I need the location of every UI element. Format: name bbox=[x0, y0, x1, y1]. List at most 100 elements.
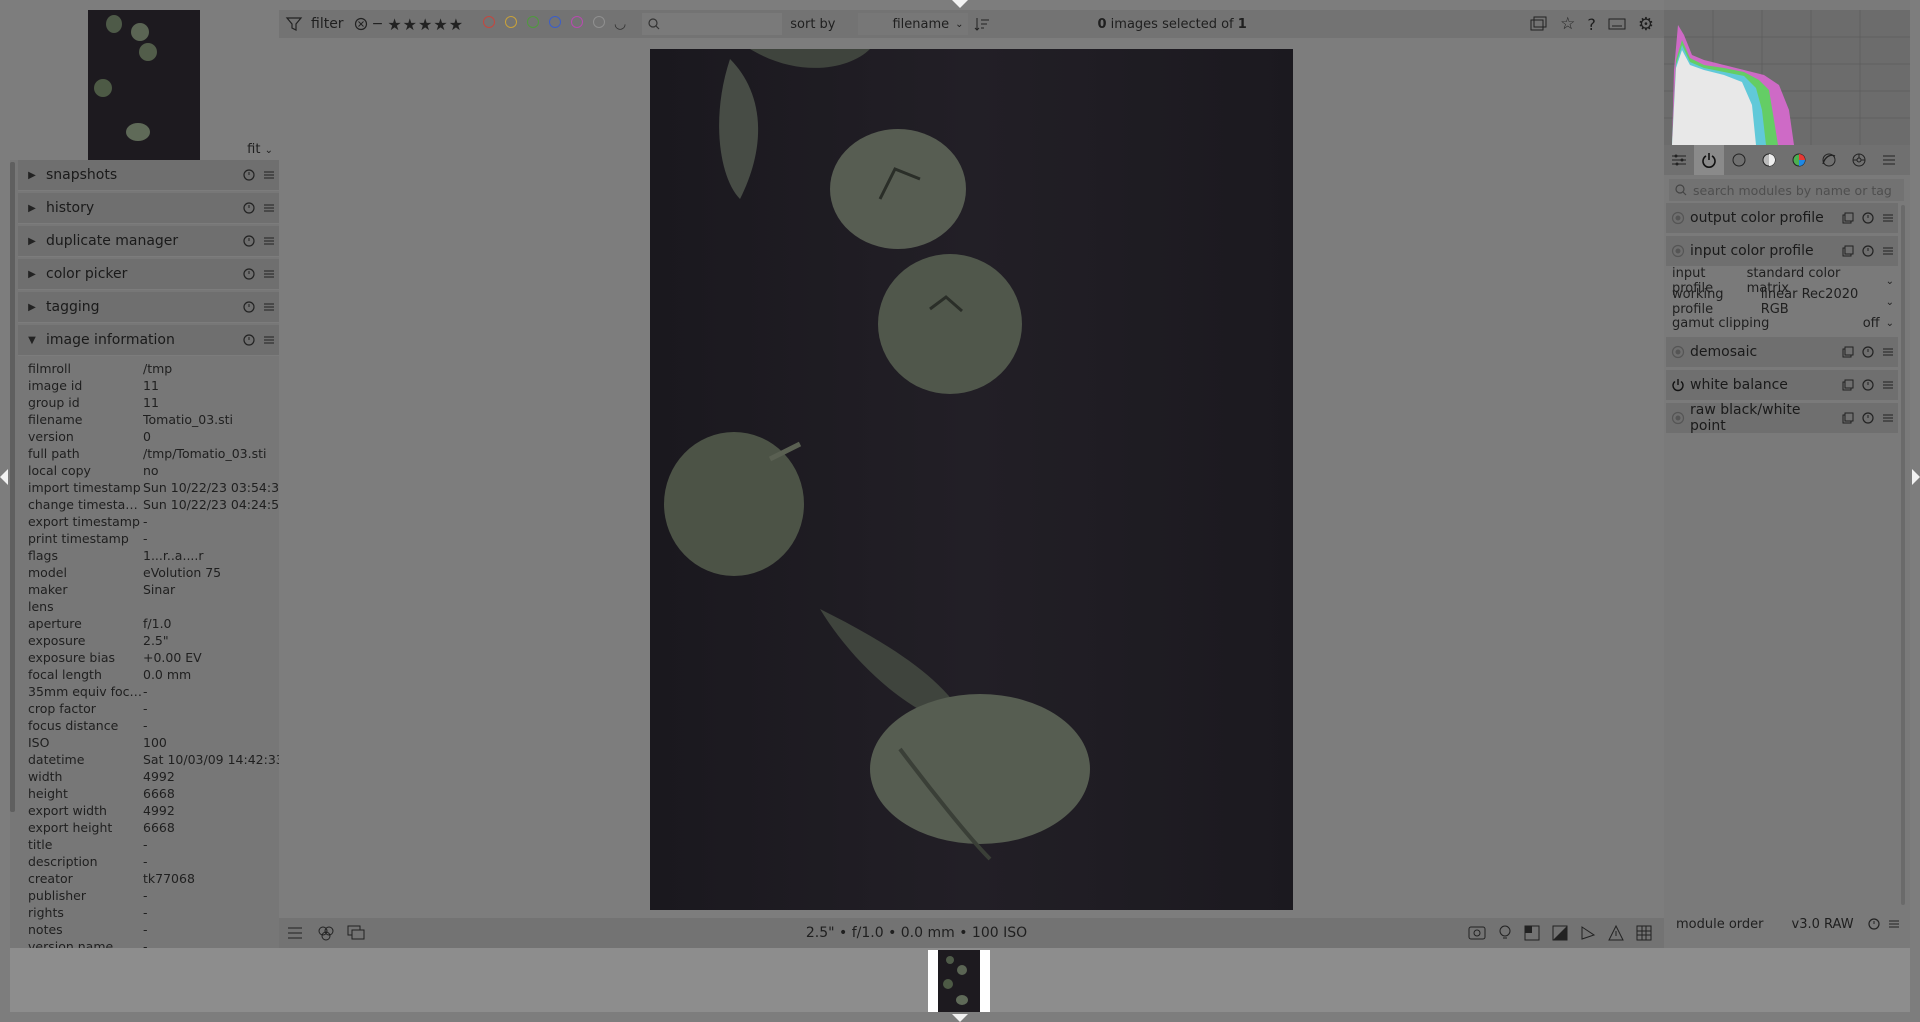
reset-icon[interactable] bbox=[1858, 412, 1878, 424]
right-panel-scrollbar[interactable] bbox=[1901, 205, 1905, 905]
gray-label-icon[interactable] bbox=[593, 16, 606, 28]
presets-menu-icon[interactable] bbox=[259, 169, 279, 181]
multi-instance-icon[interactable] bbox=[1838, 245, 1858, 257]
module-tagging[interactable]: ▶ tagging bbox=[18, 292, 279, 323]
module-raw-black-white-point[interactable]: raw black/white point bbox=[1666, 402, 1898, 434]
label-operator-icon[interactable]: ◡ bbox=[614, 16, 626, 32]
reset-icon[interactable] bbox=[239, 202, 259, 214]
zoom-fit-dropdown[interactable]: fit ⌄ bbox=[247, 142, 273, 157]
presets-menu-icon[interactable] bbox=[259, 334, 279, 346]
active-modules-tab-icon[interactable] bbox=[1694, 145, 1724, 175]
module-power-icon[interactable] bbox=[1666, 244, 1690, 258]
reset-icon[interactable] bbox=[1858, 212, 1878, 224]
module-output-color-profile[interactable]: output color profile bbox=[1666, 203, 1898, 233]
raw-overexposed-icon[interactable] bbox=[1524, 925, 1540, 941]
guides-grid-icon[interactable] bbox=[1636, 925, 1652, 941]
clipping-indicator-icon[interactable] bbox=[1552, 925, 1568, 941]
search-field[interactable] bbox=[642, 13, 783, 35]
filter-icon[interactable] bbox=[285, 15, 305, 33]
module-power-icon[interactable] bbox=[1666, 411, 1690, 425]
keyboard-shortcuts-icon[interactable] bbox=[1608, 17, 1626, 31]
navigation-thumbnail[interactable] bbox=[88, 10, 200, 160]
module-image-information[interactable]: ▼ image information bbox=[18, 325, 279, 356]
module-power-icon[interactable] bbox=[1666, 345, 1690, 359]
reset-icon[interactable] bbox=[1858, 379, 1878, 391]
styles-icon[interactable] bbox=[317, 924, 335, 942]
presets-menu-icon[interactable] bbox=[259, 268, 279, 280]
blue-label-icon[interactable] bbox=[549, 16, 562, 28]
tone-modules-tab-icon[interactable] bbox=[1754, 152, 1784, 168]
reset-icon[interactable] bbox=[239, 169, 259, 181]
softproof-icon[interactable] bbox=[1580, 925, 1596, 941]
working-profile-combobox[interactable]: working profile linear Rec2020 RGB ⌄ bbox=[1672, 287, 1894, 317]
module-color-picker[interactable]: ▶ color picker bbox=[18, 259, 279, 290]
presets-menu-icon[interactable] bbox=[1884, 918, 1904, 930]
module-demosaic[interactable]: demosaic bbox=[1666, 337, 1898, 367]
help-icon[interactable]: ? bbox=[1587, 15, 1596, 34]
focus-peaking-icon[interactable] bbox=[1468, 925, 1486, 941]
presets-menu-icon[interactable] bbox=[1874, 153, 1904, 167]
grouping-icon[interactable] bbox=[1530, 16, 1548, 32]
color-assessment-icon[interactable] bbox=[1498, 924, 1512, 942]
histogram[interactable] bbox=[1664, 10, 1910, 145]
presets-menu-icon[interactable] bbox=[1878, 245, 1898, 257]
collapse-bottom-panel-arrow-icon[interactable] bbox=[952, 1014, 968, 1022]
preferences-gear-icon[interactable]: ⚙ bbox=[1638, 14, 1654, 35]
yellow-label-icon[interactable] bbox=[505, 16, 518, 28]
module-power-icon[interactable] bbox=[1666, 211, 1690, 225]
presets-menu-icon[interactable] bbox=[1878, 346, 1898, 358]
module-search-field[interactable]: search modules by name or tag bbox=[1669, 179, 1904, 201]
gamut-clipping-combobox[interactable]: gamut clipping off ⌄ bbox=[1672, 313, 1894, 333]
collapse-right-panel-arrow-icon[interactable] bbox=[1912, 469, 1920, 485]
multi-instance-icon[interactable] bbox=[1838, 346, 1858, 358]
module-duplicate-manager[interactable]: ▶ duplicate manager bbox=[18, 226, 279, 257]
chevron-down-icon: ⌄ bbox=[264, 145, 273, 156]
green-label-icon[interactable] bbox=[527, 16, 540, 28]
rejected-icon[interactable]: − bbox=[372, 16, 384, 32]
module-power-on-icon[interactable] bbox=[1666, 378, 1690, 392]
module-history[interactable]: ▶ history bbox=[18, 193, 279, 224]
main-image[interactable] bbox=[650, 49, 1293, 910]
color-modules-tab-icon[interactable] bbox=[1784, 152, 1814, 168]
base-modules-tab-icon[interactable] bbox=[1724, 152, 1754, 168]
collapse-top-panel-arrow-icon[interactable] bbox=[952, 0, 968, 8]
reset-icon[interactable] bbox=[239, 235, 259, 247]
multi-instance-icon[interactable] bbox=[1838, 212, 1858, 224]
color-label-filter[interactable]: ◡ bbox=[478, 16, 626, 32]
reset-icon[interactable] bbox=[239, 268, 259, 280]
reset-icon[interactable] bbox=[1864, 918, 1884, 930]
presets-menu-icon[interactable] bbox=[259, 301, 279, 313]
module-input-color-profile[interactable]: input color profile bbox=[1666, 236, 1898, 266]
info-key: image id bbox=[28, 378, 83, 393]
module-order-value[interactable]: v3.0 RAW bbox=[1792, 917, 1854, 932]
left-panel-scrollbar[interactable] bbox=[10, 162, 15, 812]
reset-icon[interactable] bbox=[239, 334, 259, 346]
multi-instance-icon[interactable] bbox=[1838, 379, 1858, 391]
collapse-left-panel-arrow-icon[interactable] bbox=[0, 469, 8, 485]
red-label-icon[interactable] bbox=[483, 16, 496, 28]
presets-menu-icon[interactable] bbox=[1878, 379, 1898, 391]
presets-menu-icon[interactable] bbox=[259, 202, 279, 214]
clear-rating-icon[interactable] bbox=[354, 17, 368, 31]
module-white-balance[interactable]: white balance bbox=[1666, 370, 1898, 400]
quick-access-panel-icon[interactable] bbox=[1664, 153, 1694, 167]
gamut-check-icon[interactable] bbox=[1608, 925, 1624, 941]
sort-order-icon[interactable] bbox=[974, 16, 990, 32]
quick-access-menu-icon[interactable] bbox=[287, 926, 303, 940]
filmstrip-thumbnail[interactable] bbox=[928, 950, 990, 1012]
correct-modules-tab-icon[interactable] bbox=[1814, 152, 1844, 168]
presets-menu-icon[interactable] bbox=[1878, 412, 1898, 424]
reset-icon[interactable] bbox=[1858, 245, 1878, 257]
effect-modules-tab-icon[interactable] bbox=[1844, 152, 1874, 168]
presets-menu-icon[interactable] bbox=[1878, 212, 1898, 224]
second-window-icon[interactable] bbox=[347, 925, 365, 941]
star-rating-filter[interactable]: ★★★★★ bbox=[387, 15, 464, 34]
reset-icon[interactable] bbox=[1858, 346, 1878, 358]
reset-icon[interactable] bbox=[239, 301, 259, 313]
multi-instance-icon[interactable] bbox=[1838, 412, 1858, 424]
presets-menu-icon[interactable] bbox=[259, 235, 279, 247]
purple-label-icon[interactable] bbox=[571, 16, 584, 28]
sort-dropdown[interactable]: filename ⌄ bbox=[857, 13, 968, 35]
star-overlay-icon[interactable]: ☆ bbox=[1560, 14, 1575, 34]
module-snapshots[interactable]: ▶ snapshots bbox=[18, 160, 279, 191]
